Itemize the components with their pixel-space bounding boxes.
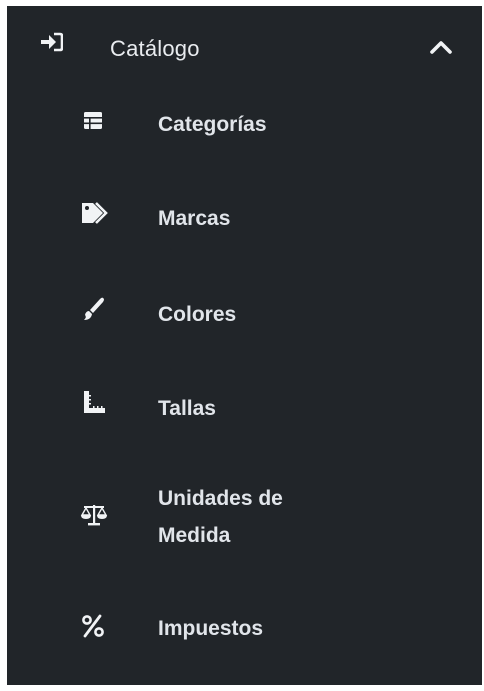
menu-item-marcas[interactable]: Marcas: [67, 200, 467, 240]
menu-item-label: Tallas: [158, 397, 216, 420]
menu-item-label: Impuestos: [158, 617, 264, 640]
sign-in-icon: [41, 32, 64, 52]
menu-item-label: Categorías: [158, 113, 267, 136]
menu-item-label: Marcas: [158, 207, 231, 230]
chevron-up-icon[interactable]: [429, 39, 453, 55]
menu-item-impuestos[interactable]: Impuestos: [67, 610, 467, 650]
menu-item-categorias[interactable]: Categorías: [67, 106, 467, 146]
catalog-menu-toggle[interactable]: Catálogo: [7, 24, 482, 68]
menu-item-colores[interactable]: Colores: [67, 296, 467, 336]
ruler-combined-icon: [79, 389, 109, 415]
list-icon: [79, 109, 109, 135]
paint-brush-icon: [79, 296, 109, 322]
menu-item-tallas[interactable]: Tallas: [67, 390, 467, 430]
catalog-label: Catálogo: [110, 36, 200, 61]
tags-icon: [79, 200, 109, 226]
balance-scale-icon: [79, 502, 109, 528]
menu-item-label: Colores: [158, 303, 237, 326]
sidebar-submenu: Catálogo Categorías Marcas Colores Talla…: [7, 6, 482, 685]
menu-item-label: Unidades de Medida: [158, 487, 283, 547]
menu-item-unidades-de-medida[interactable]: Unidades de Medida: [67, 480, 467, 560]
percent-icon: [79, 613, 109, 639]
